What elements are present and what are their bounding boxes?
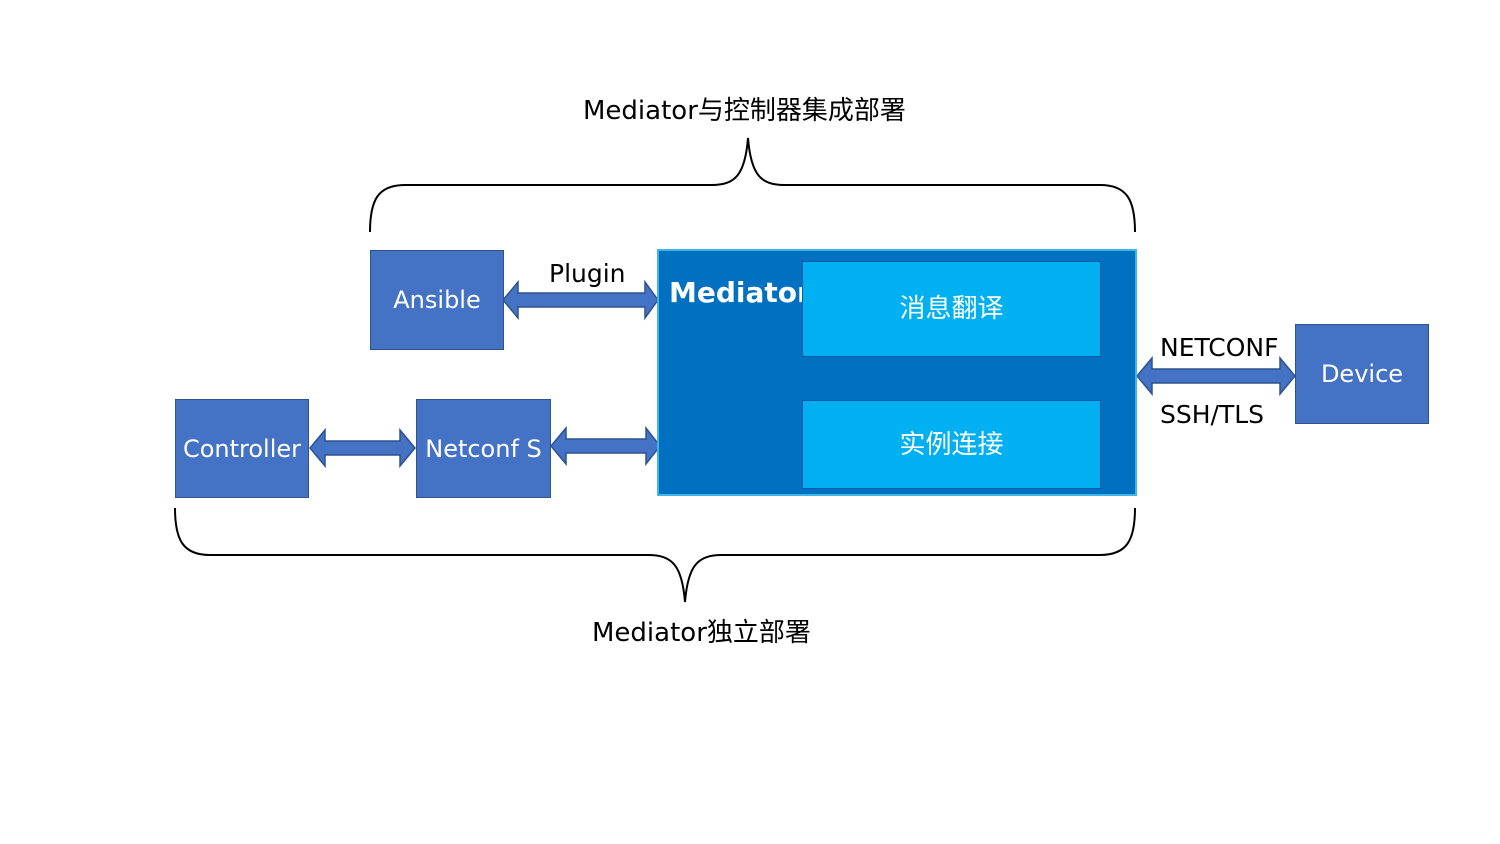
controller-node: Controller [175,399,309,498]
device-node: Device [1295,324,1429,424]
mediator-title: Mediator [669,276,811,309]
ssh-tls-label: SSH/TLS [1160,400,1265,429]
netconf-label: NETCONF [1160,333,1279,362]
top-brace [369,137,1136,233]
netconf-s-node: Netconf S [416,399,551,498]
instance-connection-box: 实例连接 [802,400,1101,489]
plugin-label: Plugin [549,259,626,288]
top-caption: Mediator与控制器集成部署 [583,96,906,126]
bottom-caption: Mediator独立部署 [592,618,811,648]
arrow-netconf-mediator [550,425,661,467]
ansible-node: Ansible [370,250,504,350]
bottom-brace [174,507,1136,603]
arrow-mediator-device [1136,355,1296,397]
arrow-controller-netconf [309,427,416,469]
message-translation-box: 消息翻译 [802,261,1101,357]
